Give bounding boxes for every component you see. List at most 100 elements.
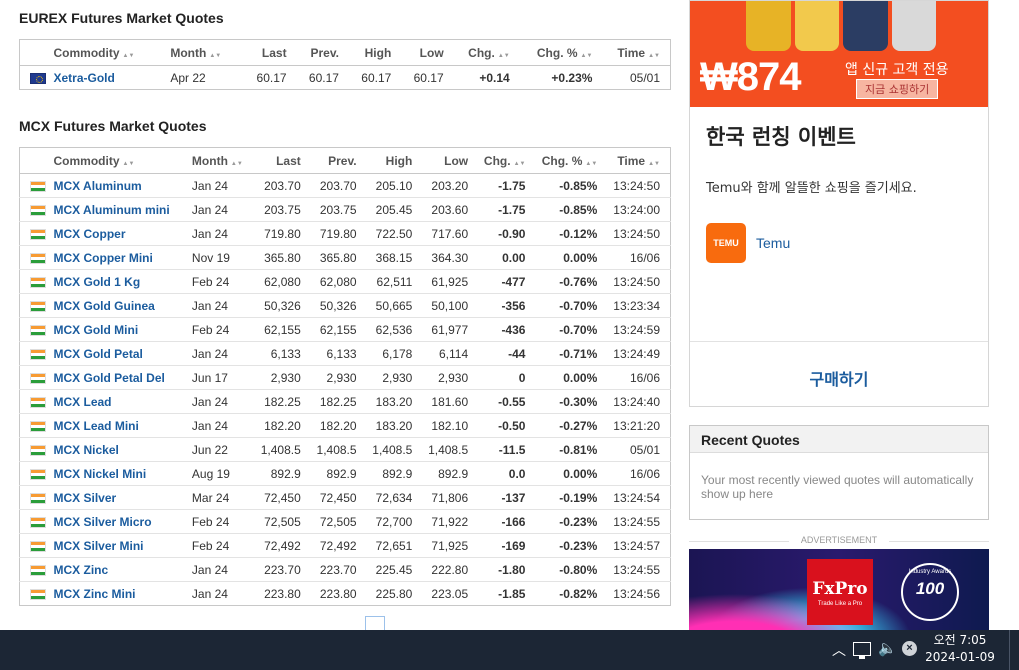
commodity-link[interactable]: MCX Zinc [54, 563, 109, 577]
cell-low: 203.60 [422, 197, 479, 222]
commodity-link[interactable]: MCX Gold Petal [54, 347, 143, 361]
cell-chg: -477 [478, 269, 536, 294]
sort-icon[interactable]: ▲▼ [123, 161, 135, 167]
table-row[interactable]: MCX Silver Micro Feb 24 72,505 72,505 72,700… [19, 509, 671, 534]
scroll-top-button[interactable] [365, 616, 385, 630]
commodity-link[interactable]: MCX Silver Micro [54, 515, 152, 529]
flag-column-header [19, 147, 50, 174]
flag-column-header [19, 39, 50, 66]
fxpro-ad[interactable]: FxPro Trade Like a Pro Industry Awards 1… [689, 549, 989, 630]
commodity-link[interactable]: Xetra-Gold [54, 71, 115, 85]
column-header-high[interactable]: High [366, 147, 423, 174]
column-header-month[interactable]: Month ▲▼ [183, 147, 255, 174]
close-circle-icon[interactable]: × [902, 641, 917, 656]
cell-month: Jan 24 [183, 557, 255, 582]
clock[interactable]: 오전 7:05 2024-01-09 [922, 632, 998, 666]
table-row[interactable]: Xetra-Gold Apr 22 60.17 60.17 60.17 60.17 +0.1… [20, 66, 671, 90]
table-row[interactable]: MCX Gold Mini Feb 24 62,155 62,155 62,536 61,… [19, 317, 671, 342]
column-header-low[interactable]: Low [422, 147, 479, 174]
table-row[interactable]: MCX Lead Jan 24 182.25 182.25 183.20 181.60 -0… [19, 389, 671, 414]
table-row[interactable]: MCX Gold Petal Jan 24 6,133 6,133 6,178 6,114… [19, 341, 671, 366]
shop-now-button[interactable]: 지금 쇼핑하기 [856, 79, 939, 99]
commodity-link[interactable]: MCX Gold Guinea [54, 299, 155, 313]
column-header-chg[interactable]: Chg. ▲▼ [453, 39, 520, 66]
sort-icon[interactable]: ▲▼ [498, 53, 510, 59]
buy-button[interactable]: 구매하기 [690, 366, 988, 390]
table-row[interactable]: MCX Copper Mini Nov 19 365.80 365.80 368.15 3… [19, 245, 671, 270]
commodity-link[interactable]: MCX Gold Petal Del [54, 371, 165, 385]
column-header-high[interactable]: High [348, 39, 402, 66]
commodity-link[interactable]: MCX Silver Mini [54, 539, 144, 553]
commodity-link[interactable]: MCX Nickel [54, 443, 119, 457]
table-row[interactable]: MCX Nickel Jun 22 1,408.5 1,408.5 1,408.5 1,4… [19, 437, 671, 462]
column-header-last[interactable]: Last [244, 39, 297, 66]
table-row[interactable]: MCX Gold 1 Kg Feb 24 62,080 62,080 62,511 61,… [19, 269, 671, 294]
table-row[interactable]: MCX Copper Jan 24 719.80 719.80 722.50 717.60… [19, 221, 671, 246]
column-header-name[interactable]: Commodity ▲▼ [49, 147, 184, 174]
temu-logo-icon[interactable]: TEMU [706, 223, 746, 263]
commodity-link[interactable]: MCX Aluminum [54, 179, 142, 193]
column-header-time[interactable]: Time ▲▼ [602, 39, 671, 66]
commodity-link[interactable]: MCX Copper [54, 227, 126, 241]
column-header-low[interactable]: Low [401, 39, 454, 66]
table-row[interactable]: MCX Aluminum mini Jan 24 203.75 203.75 205.4… [19, 197, 671, 222]
table-row[interactable]: MCX Gold Guinea Jan 24 50,326 50,326 50,665 5… [19, 293, 671, 318]
commodity-link[interactable]: MCX Copper Mini [54, 251, 153, 265]
sort-icon[interactable]: ▲▼ [209, 53, 221, 59]
ad-brand-link[interactable]: Temu [756, 235, 790, 251]
commodity-link[interactable]: MCX Gold Mini [54, 323, 139, 337]
sort-icon[interactable]: ▲▼ [648, 53, 660, 59]
column-header-last[interactable]: Last [255, 147, 311, 174]
cell-low: 61,977 [422, 317, 479, 342]
sort-icon[interactable]: ▲▼ [123, 53, 135, 59]
mcx-section-title: MCX Futures Market Quotes [19, 118, 207, 134]
sort-icon[interactable]: ▲▼ [231, 161, 243, 167]
table-row[interactable]: MCX Zinc Mini Jan 24 223.80 223.80 225.80 223… [20, 582, 671, 606]
table-row[interactable]: MCX Silver Mini Feb 24 72,492 72,492 72,651 7… [19, 533, 671, 558]
commodity-link[interactable]: MCX Nickel Mini [54, 467, 147, 481]
column-header-chg[interactable]: Chg. ▲▼ [478, 147, 536, 174]
commodity-link[interactable]: MCX Silver [54, 491, 117, 505]
sort-icon[interactable]: ▲▼ [514, 161, 526, 167]
cell-chgpct: -0.12% [535, 221, 608, 246]
sort-icon[interactable]: ▲▼ [585, 161, 597, 167]
cell-chgpct: -0.30% [535, 389, 608, 414]
table-row[interactable]: MCX Zinc Jan 24 223.70 223.70 225.45 222.80 -1… [19, 557, 671, 582]
cell-prev: 50,326 [310, 293, 367, 318]
commodity-link[interactable]: MCX Lead [54, 395, 112, 409]
ad-subtitle: 앱 신규 고객 전용 [845, 62, 949, 78]
sort-icon[interactable]: ▲▼ [648, 161, 660, 167]
flag-cell [19, 485, 50, 510]
cell-chg: -1.80 [478, 557, 536, 582]
ad-banner[interactable]: ₩874 앱 신규 고객 전용 지금 쇼핑하기 [690, 1, 988, 107]
cell-high: 368.15 [366, 245, 423, 270]
cell-high: 205.10 [366, 173, 423, 198]
commodity-link[interactable]: MCX Zinc Mini [54, 587, 136, 601]
column-header-name[interactable]: Commodity ▲▼ [49, 39, 163, 66]
table-row[interactable]: MCX Silver Mar 24 72,450 72,450 72,634 71,806… [19, 485, 671, 510]
network-icon[interactable] [853, 642, 871, 659]
table-row[interactable]: MCX Lead Mini Jan 24 182.20 182.20 183.20 182… [19, 413, 671, 438]
volume-icon[interactable]: 🔈 [878, 639, 897, 657]
temu-ad-panel[interactable]: ₩874 앱 신규 고객 전용 지금 쇼핑하기 한국 런칭 이벤트 Temu와 … [689, 0, 989, 407]
chevron-up-icon[interactable]: ︿ [832, 640, 846, 660]
table-row[interactable]: MCX Aluminum Jan 24 203.70 203.70 205.10 203.… [19, 173, 671, 198]
table-row[interactable]: MCX Gold Petal Del Jun 17 2,930 2,930 2,930 2… [19, 365, 671, 390]
column-header-month[interactable]: Month ▲▼ [162, 39, 245, 66]
column-header-prev[interactable]: Prev. [296, 39, 349, 66]
cell-last: 72,505 [255, 509, 311, 534]
table-row[interactable]: MCX Nickel Mini Aug 19 892.9 892.9 892.9 892.… [19, 461, 671, 486]
commodity-link[interactable]: MCX Lead Mini [54, 419, 139, 433]
column-header-chgpct[interactable]: Chg. % ▲▼ [535, 147, 608, 174]
cell-name: MCX Gold Petal [49, 341, 184, 366]
column-header-time[interactable]: Time ▲▼ [607, 147, 671, 174]
column-header-chgpct[interactable]: Chg. % ▲▼ [519, 39, 603, 66]
cell-prev: 72,505 [310, 509, 367, 534]
commodity-link[interactable]: MCX Aluminum mini [54, 203, 170, 217]
sort-icon[interactable]: ▲▼ [581, 53, 593, 59]
india-flag-icon [30, 468, 46, 480]
show-desktop-button[interactable] [1009, 630, 1019, 670]
column-header-prev[interactable]: Prev. [310, 147, 367, 174]
india-flag-icon [30, 276, 46, 288]
commodity-link[interactable]: MCX Gold 1 Kg [54, 275, 141, 289]
